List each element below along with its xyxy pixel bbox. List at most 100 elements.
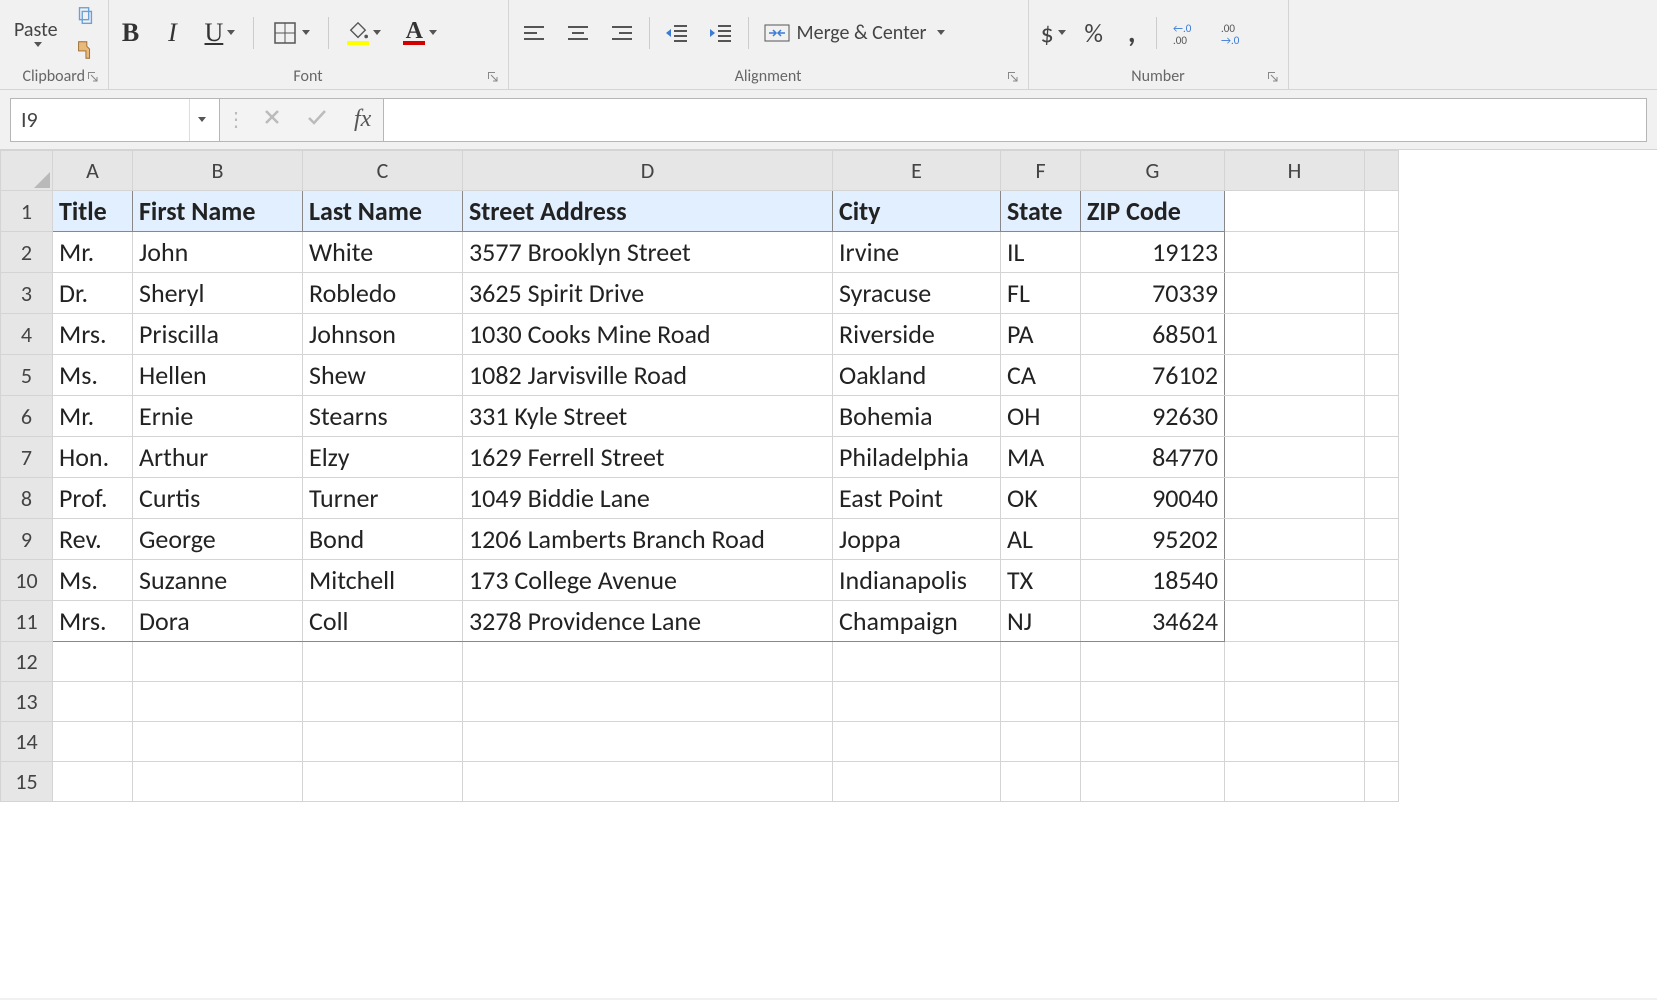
- cell-first-name[interactable]: George: [133, 519, 303, 560]
- increase-indent-button[interactable]: [704, 18, 738, 48]
- cell-street-address[interactable]: 1629 Ferrell Street: [463, 437, 833, 478]
- cell-first-name[interactable]: Dora: [133, 601, 303, 642]
- cell-city[interactable]: Philadelphia: [833, 437, 1001, 478]
- cell-state[interactable]: IL: [1001, 232, 1081, 273]
- cell-empty[interactable]: [1001, 722, 1081, 762]
- cell-last-name[interactable]: Elzy: [303, 437, 463, 478]
- cell-empty[interactable]: [53, 762, 133, 802]
- header-cell-first-name[interactable]: First Name: [133, 191, 303, 232]
- font-color-button[interactable]: A: [399, 17, 441, 49]
- header-cell-last-name[interactable]: Last Name: [303, 191, 463, 232]
- increase-decimal-button[interactable]: ←.0 .00: [1167, 16, 1205, 50]
- cell-H11[interactable]: [1225, 601, 1365, 642]
- cell-city[interactable]: Irvine: [833, 232, 1001, 273]
- comma-format-button[interactable]: ,: [1118, 19, 1146, 47]
- column-header-G[interactable]: G: [1081, 151, 1225, 191]
- column-header-D[interactable]: D: [463, 151, 833, 191]
- cell-empty[interactable]: [53, 682, 133, 722]
- cell-zip-code[interactable]: 34624: [1081, 601, 1225, 642]
- column-header-H[interactable]: H: [1225, 151, 1365, 191]
- paste-button[interactable]: Paste: [8, 0, 64, 65]
- cell-empty[interactable]: [1225, 722, 1365, 762]
- cell-empty[interactable]: [1001, 682, 1081, 722]
- column-header-C[interactable]: C: [303, 151, 463, 191]
- cell-title[interactable]: Prof.: [53, 478, 133, 519]
- cell-empty[interactable]: [303, 682, 463, 722]
- cell-H7[interactable]: [1225, 437, 1365, 478]
- cell-empty[interactable]: [463, 642, 833, 682]
- cell-empty[interactable]: [463, 682, 833, 722]
- font-dialog-launcher[interactable]: [486, 70, 500, 84]
- cell-state[interactable]: OH: [1001, 396, 1081, 437]
- cell-empty[interactable]: [1225, 682, 1365, 722]
- cell-empty[interactable]: [1001, 642, 1081, 682]
- decrease-indent-button[interactable]: [660, 18, 694, 48]
- cell-H3[interactable]: [1225, 273, 1365, 314]
- cell-zip-code[interactable]: 68501: [1081, 314, 1225, 355]
- cell-empty[interactable]: [463, 722, 833, 762]
- cell-empty[interactable]: [833, 762, 1001, 802]
- cell-zip-code[interactable]: 76102: [1081, 355, 1225, 396]
- borders-button[interactable]: [268, 16, 314, 50]
- cell-overflow[interactable]: [1365, 314, 1399, 355]
- column-header-B[interactable]: B: [133, 151, 303, 191]
- select-all-corner[interactable]: [1, 151, 53, 191]
- cell-state[interactable]: AL: [1001, 519, 1081, 560]
- cell-empty[interactable]: [1365, 722, 1399, 762]
- cell-street-address[interactable]: 3577 Brooklyn Street: [463, 232, 833, 273]
- cell-street-address[interactable]: 1030 Cooks Mine Road: [463, 314, 833, 355]
- number-dialog-launcher[interactable]: [1266, 70, 1280, 84]
- italic-button[interactable]: I: [159, 14, 187, 52]
- cell-empty[interactable]: [1225, 762, 1365, 802]
- copy-icon[interactable]: [70, 1, 100, 31]
- cell-street-address[interactable]: 1206 Lamberts Branch Road: [463, 519, 833, 560]
- cell-empty[interactable]: [53, 722, 133, 762]
- cell-empty[interactable]: [303, 762, 463, 802]
- cell-last-name[interactable]: Robledo: [303, 273, 463, 314]
- cell-empty[interactable]: [1001, 762, 1081, 802]
- cell-H6[interactable]: [1225, 396, 1365, 437]
- cell-state[interactable]: CA: [1001, 355, 1081, 396]
- cell-street-address[interactable]: 331 Kyle Street: [463, 396, 833, 437]
- header-cell-street-address[interactable]: Street Address: [463, 191, 833, 232]
- row-header-6[interactable]: 6: [1, 396, 53, 437]
- cell-empty[interactable]: [833, 722, 1001, 762]
- cell-city[interactable]: Joppa: [833, 519, 1001, 560]
- row-header-9[interactable]: 9: [1, 519, 53, 560]
- cell-overflow[interactable]: [1365, 355, 1399, 396]
- cell-street-address[interactable]: 3278 Providence Lane: [463, 601, 833, 642]
- cell-H8[interactable]: [1225, 478, 1365, 519]
- cell-state[interactable]: OK: [1001, 478, 1081, 519]
- cell-overflow[interactable]: [1365, 601, 1399, 642]
- row-header-3[interactable]: 3: [1, 273, 53, 314]
- header-cell-title[interactable]: Title: [53, 191, 133, 232]
- cell-first-name[interactable]: John: [133, 232, 303, 273]
- name-box-dropdown[interactable]: [189, 99, 209, 141]
- row-header-15[interactable]: 15: [1, 762, 53, 802]
- header-cell-state[interactable]: State: [1001, 191, 1081, 232]
- column-header-E[interactable]: E: [833, 151, 1001, 191]
- cell-first-name[interactable]: Ernie: [133, 396, 303, 437]
- header-cell-zip-code[interactable]: ZIP Code: [1081, 191, 1225, 232]
- cell-overflow[interactable]: [1365, 437, 1399, 478]
- cell-empty[interactable]: [53, 642, 133, 682]
- cell-overflow[interactable]: [1365, 519, 1399, 560]
- cell-title[interactable]: Hon.: [53, 437, 133, 478]
- worksheet-grid[interactable]: A B C D E F G H 1TitleFirst NameLast Nam…: [0, 150, 1399, 802]
- cell-first-name[interactable]: Sheryl: [133, 273, 303, 314]
- cell-city[interactable]: Oakland: [833, 355, 1001, 396]
- cell-empty[interactable]: [1365, 682, 1399, 722]
- cell-first-name[interactable]: Arthur: [133, 437, 303, 478]
- row-header-2[interactable]: 2: [1, 232, 53, 273]
- cell-last-name[interactable]: Turner: [303, 478, 463, 519]
- cell-title[interactable]: Mr.: [53, 396, 133, 437]
- cell-empty[interactable]: [133, 722, 303, 762]
- cell-empty[interactable]: [133, 682, 303, 722]
- cell-last-name[interactable]: Bond: [303, 519, 463, 560]
- cell-city[interactable]: Bohemia: [833, 396, 1001, 437]
- row-header-12[interactable]: 12: [1, 642, 53, 682]
- cell-title[interactable]: Mrs.: [53, 601, 133, 642]
- cell-zip-code[interactable]: 90040: [1081, 478, 1225, 519]
- cell-empty[interactable]: [1081, 762, 1225, 802]
- cell-overflow[interactable]: [1365, 560, 1399, 601]
